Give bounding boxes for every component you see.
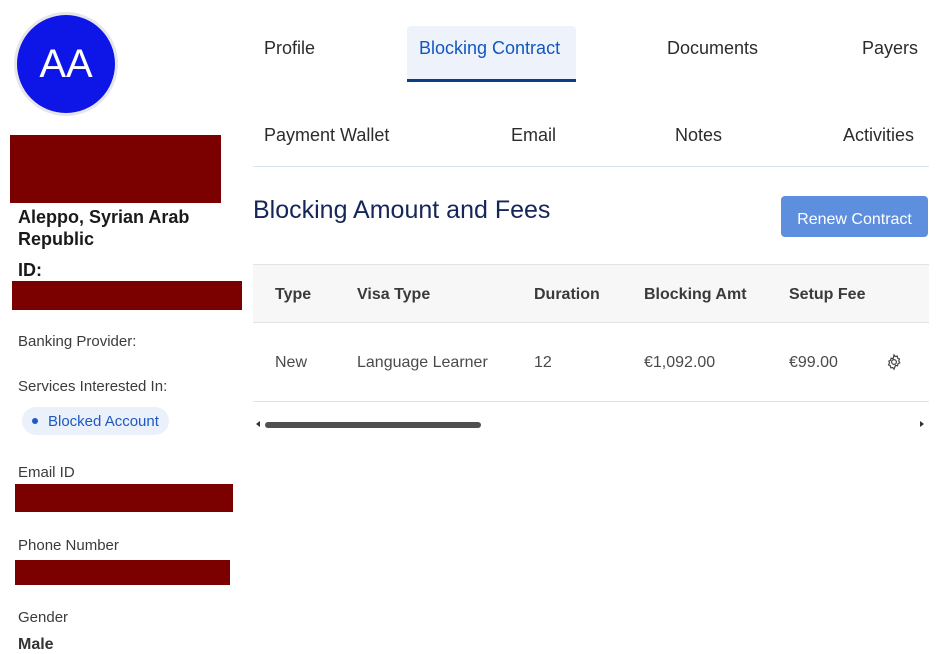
avatar: AA <box>14 12 118 116</box>
cell-duration: 12 <box>534 354 552 371</box>
tabs-divider <box>253 166 929 167</box>
redacted-id <box>12 281 242 310</box>
bullet-dot-icon <box>32 418 38 424</box>
banking-provider-label: Banking Provider: <box>18 333 137 350</box>
gender-label: Gender <box>18 609 69 626</box>
table-header: Type Visa Type Duration Blocking Amt Set… <box>253 264 929 323</box>
cell-type: New <box>275 354 308 371</box>
tab-payers[interactable]: Payers <box>862 38 918 59</box>
cell-setup-fee: €99.00 <box>789 354 838 371</box>
header-type[interactable]: Type <box>275 286 311 304</box>
redacted-email <box>15 484 233 512</box>
services-label: Services Interested In: <box>18 378 168 395</box>
header-visa-type[interactable]: Visa Type <box>357 286 430 304</box>
tab-payment-wallet[interactable]: Payment Wallet <box>264 125 389 146</box>
redacted-name <box>10 135 221 203</box>
cell-visa-type: Language Learner <box>357 354 488 371</box>
cell-blocking-amt: €1,092.00 <box>644 354 716 371</box>
service-chip-label: Blocked Account <box>48 412 159 430</box>
header-setup-fee[interactable]: Setup Fee <box>789 286 865 304</box>
table-row: New Language Learner 12 €1,092.00 €99.00 <box>253 323 929 402</box>
location-text: Aleppo, Syrian Arab Republic <box>18 207 190 249</box>
id-label: ID: <box>18 260 42 280</box>
scroll-right-arrow-icon[interactable] <box>920 421 924 427</box>
tab-email[interactable]: Email <box>511 125 556 146</box>
tab-notes[interactable]: Notes <box>675 125 722 146</box>
section-title: Blocking Amount and Fees <box>253 196 551 224</box>
avatar-initials: AA <box>17 15 115 113</box>
fees-table: Type Visa Type Duration Blocking Amt Set… <box>253 264 929 402</box>
header-duration[interactable]: Duration <box>534 286 600 304</box>
gear-icon[interactable] <box>885 353 903 371</box>
gender-value: Male <box>18 636 54 653</box>
tab-activities[interactable]: Activities <box>843 125 914 146</box>
scroll-left-arrow-icon[interactable] <box>256 421 260 427</box>
horizontal-scrollbar-thumb[interactable] <box>265 422 481 428</box>
tab-blocking-contract[interactable]: Blocking Contract <box>419 38 560 59</box>
service-chip: Blocked Account <box>22 407 169 435</box>
tab-profile[interactable]: Profile <box>264 38 315 59</box>
email-label: Email ID <box>18 464 75 481</box>
tab-documents[interactable]: Documents <box>667 38 758 59</box>
header-blocking-amt[interactable]: Blocking Amt <box>644 286 747 304</box>
phone-label: Phone Number <box>18 537 119 554</box>
redacted-phone <box>15 560 230 585</box>
renew-contract-button[interactable]: Renew Contract <box>781 196 928 237</box>
